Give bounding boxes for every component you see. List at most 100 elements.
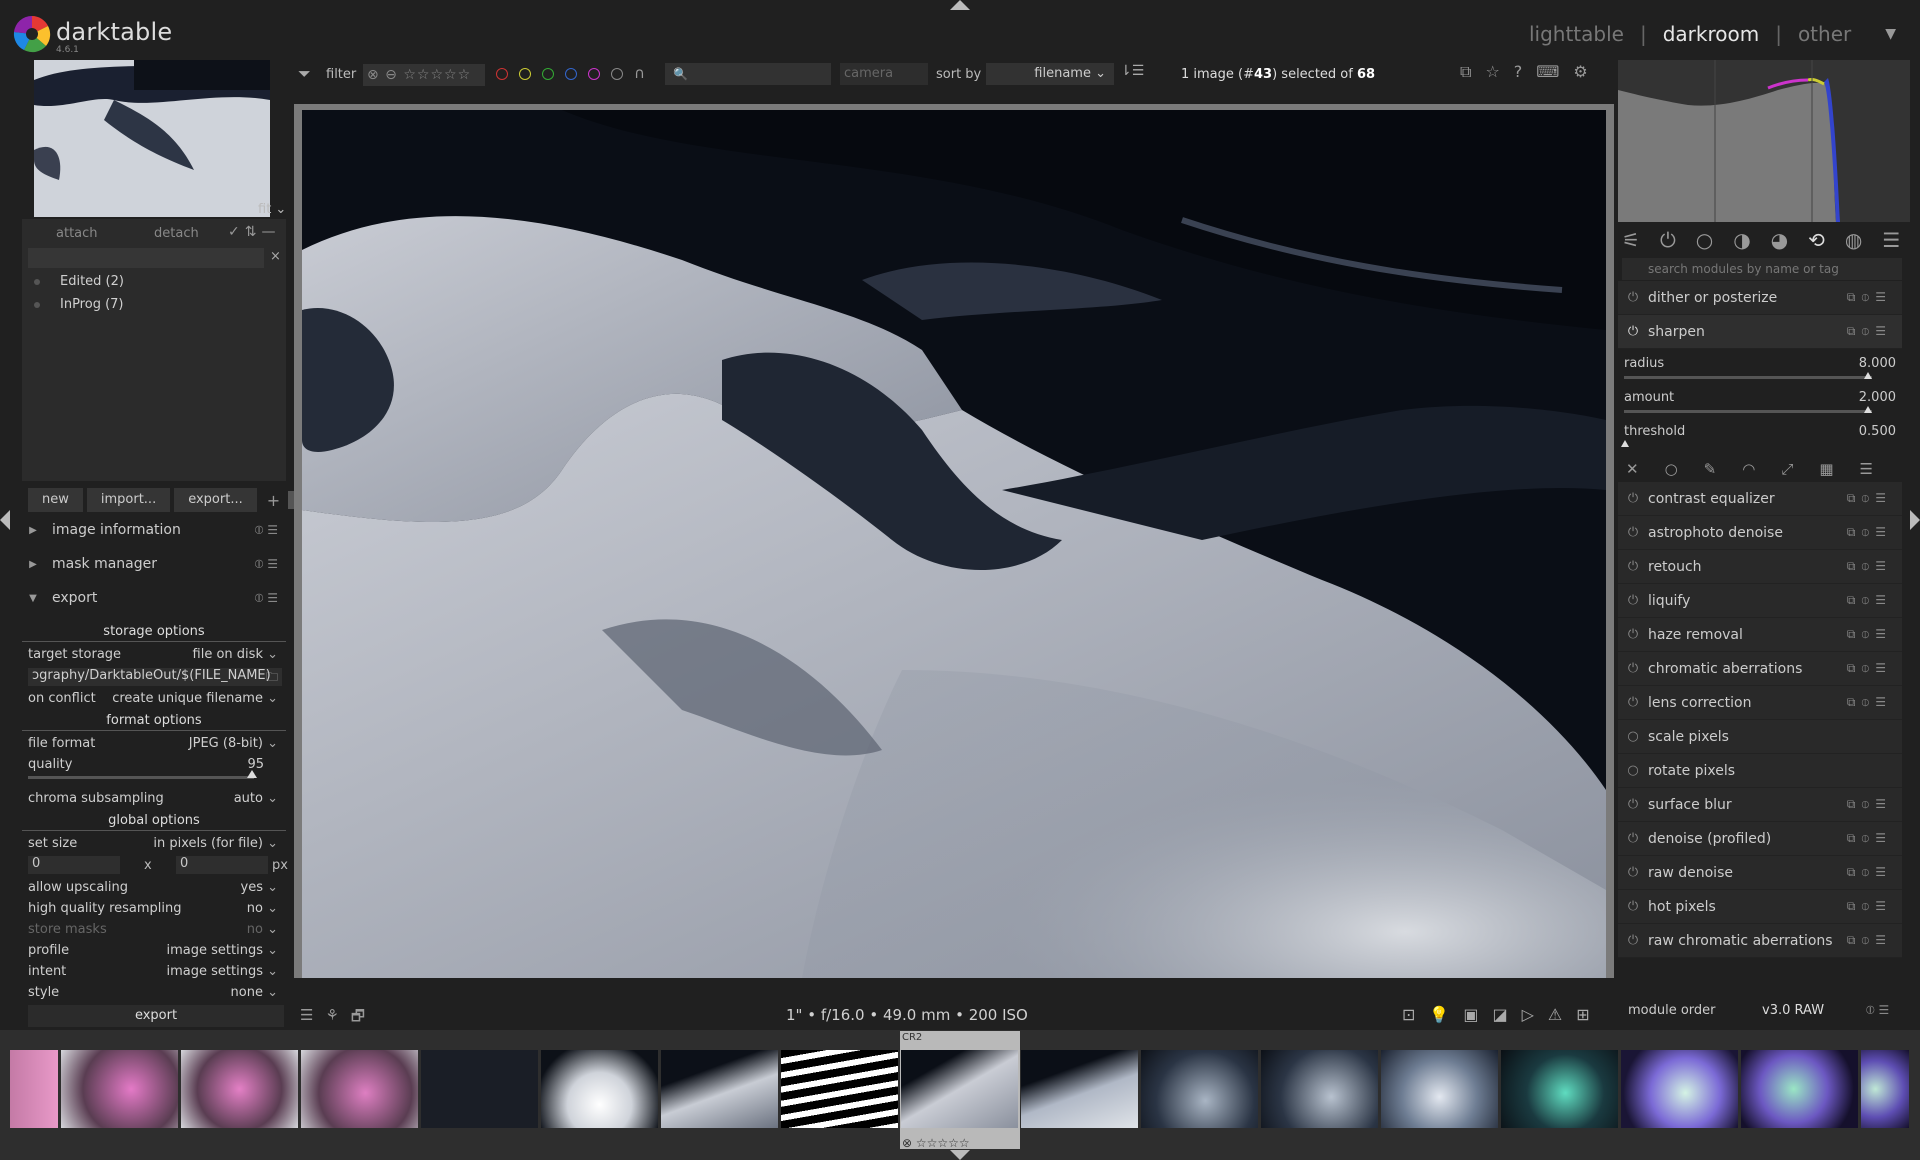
target-storage-select[interactable]: file on disk: [193, 647, 278, 662]
mask-parametric-icon[interactable]: ◠: [1742, 460, 1755, 478]
radius-slider-row[interactable]: radius 8.000: [1624, 356, 1896, 371]
export-path-input[interactable]: ɔgraphy/DarktableOut/$(FILE_NAME): [28, 668, 282, 686]
import-button[interactable]: import...: [86, 488, 171, 512]
intent-row[interactable]: intent image settings: [28, 964, 282, 979]
module-actions-icon[interactable]: ⧉⦶☰: [1847, 491, 1892, 506]
module-order-value[interactable]: v3.0 RAW: [1762, 1003, 1824, 1018]
profile-select[interactable]: image settings: [167, 943, 279, 958]
amount-slider-row[interactable]: amount 2.000: [1624, 390, 1896, 405]
power-icon[interactable]: ⏻: [1618, 491, 1648, 506]
add-icon[interactable]: +: [267, 491, 280, 510]
module-image-information[interactable]: ▶ image information ⦶ ☰: [22, 515, 286, 545]
filmstrip-thumbnail[interactable]: [301, 1050, 418, 1128]
presets-menu-icon[interactable]: ☰: [1882, 228, 1900, 252]
filmstrip-thumbnail[interactable]: [1501, 1050, 1618, 1128]
windows-icon[interactable]: ⧉: [1460, 62, 1471, 82]
color-label-purple-icon[interactable]: [588, 68, 600, 80]
clear-search-icon[interactable]: ×: [270, 249, 281, 264]
collections-detach-button[interactable]: detach: [154, 226, 199, 241]
navigation-zoom-select[interactable]: fit ⌄: [258, 202, 286, 217]
filmstrip-thumbnail[interactable]: [61, 1050, 178, 1128]
power-icon[interactable]: ⏻: [1618, 559, 1648, 574]
filmstrip-thumbnail[interactable]: [541, 1050, 658, 1128]
profile-row[interactable]: profile image settings: [28, 943, 282, 958]
power-icon[interactable]: ⏻: [1618, 593, 1648, 608]
collections-attach-button[interactable]: attach: [56, 226, 98, 241]
tone-group-icon[interactable]: ◑: [1733, 228, 1750, 252]
style-select[interactable]: none: [231, 985, 278, 1000]
second-window-icon[interactable]: 🗗: [351, 1006, 365, 1031]
on-conflict-select[interactable]: create unique filename: [112, 691, 278, 706]
left-panel-toggle-arrow[interactable]: [0, 510, 10, 530]
module-export[interactable]: ▼ export ⦶ ☰: [22, 583, 286, 613]
filmstrip-thumbnail[interactable]: [421, 1050, 538, 1128]
power-icon[interactable]: ⏻: [1618, 797, 1648, 812]
filmstrip-thumbnail[interactable]: [181, 1050, 298, 1128]
color-label-green-icon[interactable]: [542, 68, 554, 80]
collections-search-input[interactable]: [28, 248, 264, 268]
text-search-input[interactable]: 🔍: [665, 63, 831, 85]
module-actions-icon[interactable]: ⧉⦶☰: [1847, 559, 1892, 574]
collections-tool-icons[interactable]: ✓⇅—: [228, 224, 280, 240]
navigation-preview[interactable]: [34, 60, 270, 217]
reset-icon[interactable]: ⦶ ☰: [255, 557, 278, 572]
power-icon[interactable]: ⏻: [1618, 899, 1648, 914]
keyboard-icon[interactable]: ⌨: [1536, 62, 1559, 82]
module-actions-icon[interactable]: ⧉⦶☰: [1847, 831, 1892, 846]
collection-item[interactable]: InProg (7): [34, 297, 124, 312]
amount-slider[interactable]: [1624, 410, 1872, 413]
module-astrophoto-denoise[interactable]: ⏻ astrophoto denoise ⧉⦶☰: [1618, 516, 1902, 550]
module-actions-icon[interactable]: ⧉⦶☰: [1847, 933, 1892, 948]
mask-drawn-icon[interactable]: ✎: [1704, 460, 1717, 478]
top-panel-toggle-arrow[interactable]: [950, 0, 970, 10]
module-haze-removal[interactable]: ⏻ haze removal ⧉⦶☰: [1618, 618, 1902, 652]
module-actions-icon[interactable]: ⧉⦶☰: [1847, 593, 1892, 608]
histogram[interactable]: [1618, 60, 1910, 222]
active-modules-icon[interactable]: ⏻: [1660, 228, 1676, 252]
quality-slider-handle[interactable]: [247, 770, 257, 778]
module-raw-chromatic-aberrations[interactable]: ⏻ raw chromatic aberrations ⧉⦶☰: [1618, 924, 1902, 958]
module-actions-icon[interactable]: ⧉⦶☰: [1847, 661, 1892, 676]
module-retouch[interactable]: ⏻ retouch ⧉⦶☰: [1618, 550, 1902, 584]
on-conflict-row[interactable]: on conflict create unique filename: [28, 691, 282, 706]
filmstrip-thumbnail[interactable]: [781, 1050, 898, 1128]
width-input[interactable]: 0: [28, 856, 120, 874]
mask-off-icon[interactable]: ✕: [1626, 460, 1639, 478]
filmstrip-thumbnail[interactable]: [1261, 1050, 1378, 1128]
sort-by-select[interactable]: filename ⌄: [986, 63, 1114, 85]
set-size-select[interactable]: in pixels (for file): [153, 836, 278, 851]
quick-access-icon[interactable]: ⚟: [1622, 228, 1640, 252]
module-actions-icon[interactable]: ⧉⦶☰: [1847, 525, 1892, 540]
view-lighttable[interactable]: lighttable: [1529, 22, 1624, 46]
raw-overexposed-icon[interactable]: ◪: [1492, 1005, 1507, 1024]
right-panel-toggle-arrow[interactable]: [1910, 510, 1920, 530]
filmstrip-thumbnail[interactable]: [1381, 1050, 1498, 1128]
threshold-slider-row[interactable]: threshold 0.500: [1624, 424, 1896, 439]
module-actions-icon[interactable]: ⧉⦶☰: [1847, 324, 1892, 339]
power-icon[interactable]: ⏻: [1618, 290, 1648, 305]
correct-group-icon[interactable]: ⟲: [1808, 228, 1825, 252]
focus-peaking-icon[interactable]: ⊡: [1402, 1005, 1415, 1024]
gear-icon[interactable]: ⚙: [1573, 62, 1587, 82]
color-group-icon[interactable]: ◕: [1771, 228, 1788, 252]
help-icon[interactable]: ?: [1514, 62, 1523, 82]
module-raw-denoise[interactable]: ⏻ raw denoise ⧉⦶☰: [1618, 856, 1902, 890]
base-group-icon[interactable]: ○: [1696, 228, 1713, 252]
camera-filter-input[interactable]: camera: [840, 63, 928, 85]
reset-icon[interactable]: ⦶ ☰: [255, 523, 278, 538]
amount-slider-handle[interactable]: [1864, 406, 1872, 413]
reset-icon[interactable]: ⦶ ☰: [255, 591, 278, 606]
module-denoise-profiled[interactable]: ⏻ denoise (profiled) ⧉⦶☰: [1618, 822, 1902, 856]
module-search-input[interactable]: search modules by name or tag: [1622, 258, 1902, 280]
quality-row[interactable]: quality 95: [28, 757, 264, 772]
intent-select[interactable]: image settings: [167, 964, 279, 979]
power-icon[interactable]: ⏻: [1618, 831, 1648, 846]
filmstrip-thumbnail[interactable]: [1861, 1050, 1909, 1128]
module-actions-icon[interactable]: ⧉⦶☰: [1847, 865, 1892, 880]
quality-slider[interactable]: [28, 776, 254, 779]
color-label-yellow-icon[interactable]: [519, 68, 531, 80]
power-icon[interactable]: ⏻: [1618, 661, 1648, 676]
file-format-row[interactable]: file format JPEG (8-bit): [28, 736, 282, 751]
module-hot-pixels[interactable]: ⏻ hot pixels ⧉⦶☰: [1618, 890, 1902, 924]
module-actions-icon[interactable]: ⧉⦶☰: [1847, 797, 1892, 812]
